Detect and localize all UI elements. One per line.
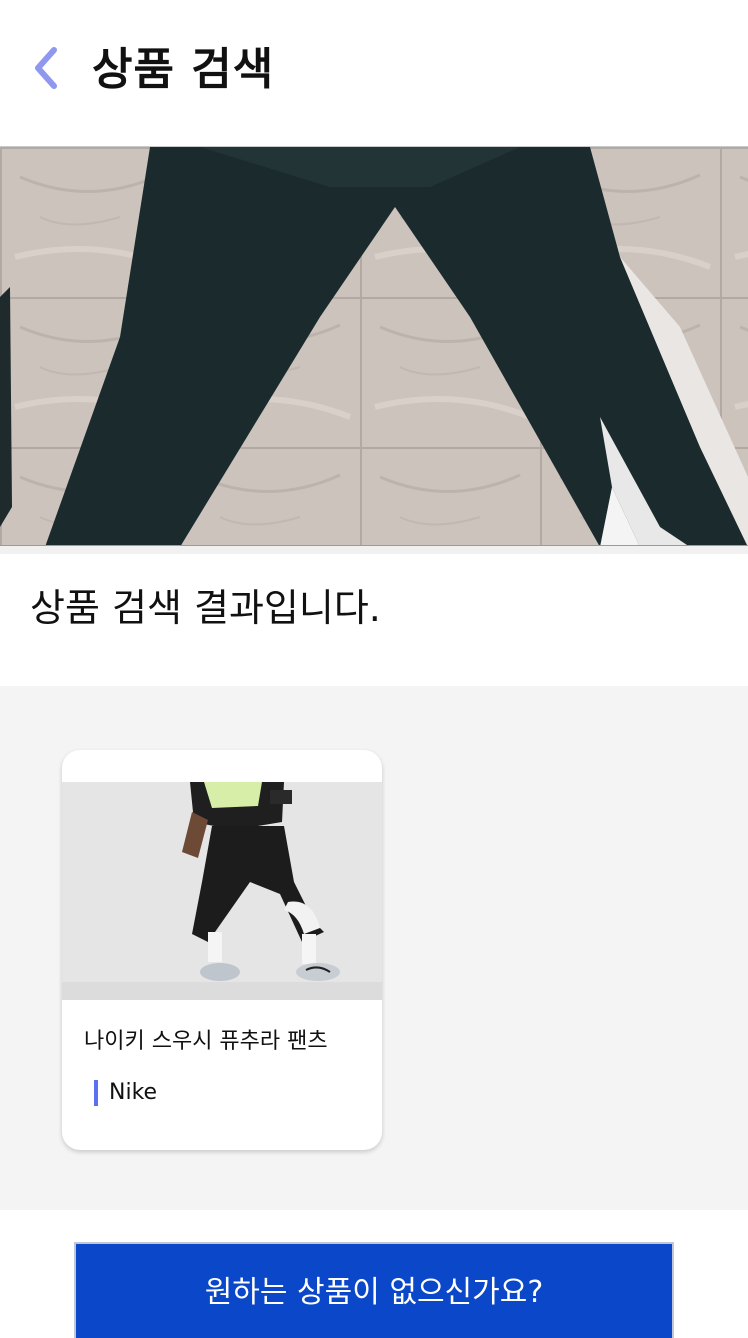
brand-accent-bar <box>94 1080 98 1106</box>
divider <box>0 546 748 554</box>
product-name: 나이키 스우시 퓨추라 팬츠 <box>84 1029 328 1054</box>
results-heading: 상품 검색 결과입니다. <box>30 586 381 630</box>
page-title: 상품 검색 <box>92 44 275 95</box>
product-brand: Nike <box>94 1078 157 1108</box>
search-query-photo <box>0 146 748 546</box>
results-list: 나이키 스우시 퓨추라 팬츠 Nike <box>0 686 748 1210</box>
product-image <box>62 782 382 1000</box>
product-card[interactable]: 나이키 스우시 퓨추라 팬츠 Nike <box>62 750 382 1150</box>
back-button[interactable] <box>26 44 66 96</box>
chevron-left-icon <box>32 46 60 94</box>
brand-name: Nike <box>109 1080 158 1105</box>
request-product-button[interactable]: 원하는 상품이 없으신가요? <box>74 1242 674 1338</box>
app-header: 상품 검색 <box>0 0 748 146</box>
